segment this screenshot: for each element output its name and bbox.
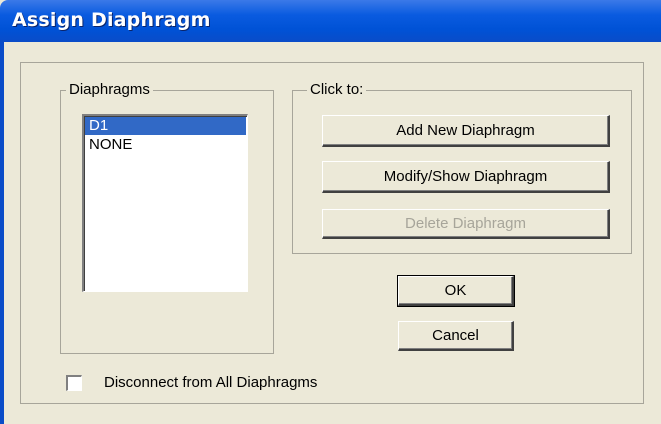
window-frame: [0, 42, 4, 424]
delete-diaphragm-button[interactable]: Delete Diaphragm: [322, 209, 610, 239]
diaphragms-legend: Diaphragms: [66, 81, 153, 99]
ok-button[interactable]: OK: [397, 275, 515, 307]
list-item-none[interactable]: NONE: [85, 136, 246, 154]
click-to-legend: Click to:: [307, 81, 367, 99]
modify-show-diaphragm-button[interactable]: Modify/Show Diaphragm: [322, 161, 610, 193]
dialog-title: Assign Diaphragm: [12, 9, 211, 31]
list-item-d1[interactable]: D1: [85, 117, 246, 135]
cancel-button[interactable]: Cancel: [398, 321, 514, 351]
disconnect-checkbox[interactable]: [66, 375, 82, 391]
disconnect-label: Disconnect from All Diaphragms: [104, 374, 318, 391]
title-bar[interactable]: Assign Diaphragm: [0, 0, 661, 42]
add-new-diaphragm-button[interactable]: Add New Diaphragm: [322, 115, 610, 147]
diaphragms-listbox[interactable]: D1 NONE: [82, 114, 248, 292]
